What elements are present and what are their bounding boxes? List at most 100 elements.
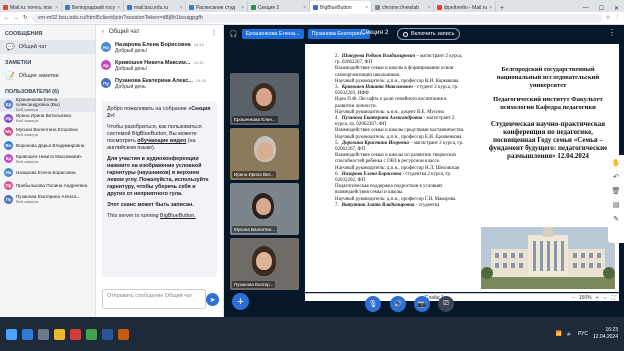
- browser-tab[interactable]: Секция 2 ×: [248, 1, 310, 12]
- close-tab-icon[interactable]: ×: [55, 5, 58, 11]
- close-tab-icon[interactable]: ×: [179, 5, 182, 11]
- fullscreen-icon[interactable]: ⛶: [611, 295, 615, 301]
- user-list-item[interactable]: Ер Ерошенкова Елена Александровна (Вы) Веб…: [0, 97, 95, 112]
- video-tile[interactable]: Пузанова Екатер...: [230, 238, 299, 290]
- webcam-button[interactable]: 📷: [414, 296, 430, 312]
- user-list-item[interactable]: Ир Ирина Ирина Витальевна Веб-камера: [0, 112, 95, 126]
- zoom-out-icon[interactable]: −: [572, 295, 575, 301]
- browser-tab[interactable]: Mail.ru: почта, пои ×: [0, 1, 62, 12]
- chevron-left-icon[interactable]: ‹: [102, 29, 104, 35]
- tab-label: Mail.ru: почта, пои: [10, 4, 52, 11]
- presentation-slide[interactable]: 2. Шакурова Родион Владимирович – магистр…: [305, 44, 619, 292]
- shared-notes-item[interactable]: 📝 Общие заметки: [0, 69, 95, 83]
- chat-message-input[interactable]: Отправить сообщение Общий чат: [102, 289, 206, 309]
- welcome-line-1: Добро пожаловать на собрание: [107, 106, 189, 112]
- video-tile[interactable]: Мусина Валентин...: [230, 183, 299, 235]
- close-tab-icon[interactable]: ×: [117, 5, 120, 11]
- close-window-button[interactable]: ✕: [609, 5, 624, 12]
- tab-favicon-icon: [65, 5, 70, 10]
- multi-user-icon[interactable]: ▤: [613, 201, 620, 209]
- address-bar[interactable]: vm-m02.bsu.edu.ru/html5client/join?sessi…: [31, 13, 602, 23]
- powerpoint-icon[interactable]: [118, 328, 129, 340]
- minimize-button[interactable]: —: [578, 5, 594, 12]
- more-icon[interactable]: ⋮: [211, 29, 217, 36]
- user-list-item[interactable]: На Назарова Елена Борисовна: [0, 166, 95, 180]
- menu-icon[interactable]: ⋮: [615, 15, 621, 21]
- video-tile[interactable]: Ирина Ирина Вит...: [230, 128, 299, 180]
- clock[interactable]: 16:23 12.04.2024: [593, 327, 618, 341]
- audio-button[interactable]: 🔊: [390, 296, 406, 312]
- user-list-item[interactable]: Пр Прибылькова Полина Андреевна: [0, 179, 95, 193]
- speaker-detail: Научный руководитель: д.п.н., профессор …: [335, 165, 460, 171]
- bbb-link[interactable]: BigBlueButton.: [160, 213, 196, 219]
- presenter-tag[interactable]: Ерошенкова Елена...: [241, 29, 304, 39]
- close-tab-icon[interactable]: ×: [489, 5, 492, 11]
- annotation-toolbar: ✋ ↶ 🗑 ▤ ✎: [608, 155, 624, 243]
- notes-heading: ЗАМЕТКИ: [5, 60, 32, 66]
- browser-tab[interactable]: фрейлейн - Mail.ru ×: [434, 1, 496, 12]
- browser-tab[interactable]: Расписание студ ×: [186, 1, 248, 12]
- avatar: Ер: [4, 100, 13, 110]
- speaker-line: 6. Назарова Елена Борисовна - студентка 2…: [335, 172, 465, 184]
- item-number: 2.: [335, 54, 339, 59]
- user-list-item[interactable]: Кр Кривошея Никита Максимович Веб-камера: [0, 152, 95, 166]
- volume-icon[interactable]: 🔈: [567, 331, 573, 337]
- forward-icon[interactable]: →: [14, 15, 20, 21]
- app-icon[interactable]: [70, 328, 81, 340]
- browser-tab-bar: Mail.ru: почта, пои × Белгородский госу × ma…: [0, 0, 624, 12]
- browser-tab[interactable]: BigBlueButton ×: [310, 1, 372, 12]
- browser-tab[interactable]: chrome://newtab ×: [372, 1, 434, 12]
- close-tab-icon[interactable]: ×: [365, 5, 368, 11]
- browser-tab[interactable]: mail.bsu.edu.ru ×: [124, 1, 186, 12]
- video-label: Пузанова Екатер...: [232, 281, 276, 288]
- trash-icon[interactable]: 🗑: [612, 187, 621, 195]
- maximize-button[interactable]: ☐: [594, 5, 609, 12]
- close-tab-icon[interactable]: ×: [241, 5, 244, 11]
- user-list-item[interactable]: Во Воронова Дарья Владимировна: [0, 139, 95, 153]
- browser-tab[interactable]: Белгородский госу ×: [62, 1, 124, 12]
- close-tab-icon[interactable]: ×: [303, 5, 306, 11]
- record-button[interactable]: Включить запись: [397, 28, 461, 40]
- chrome-icon[interactable]: [86, 328, 97, 340]
- close-tab-icon[interactable]: ×: [427, 5, 430, 11]
- windows-start-icon[interactable]: [6, 328, 17, 340]
- microphone-button[interactable]: 🎙: [365, 296, 381, 312]
- tab-label: BigBlueButton: [320, 4, 352, 11]
- send-button[interactable]: ➤: [206, 293, 219, 306]
- user-name: Назарова Елена Борисовна: [16, 169, 76, 175]
- back-icon[interactable]: ←: [4, 15, 10, 21]
- undo-icon[interactable]: ↶: [613, 173, 619, 181]
- avatar: На: [101, 42, 111, 52]
- audio-icon[interactable]: 🎧: [229, 30, 238, 38]
- public-chat-item[interactable]: 💬 Общий чат: [0, 40, 95, 54]
- task-view-icon[interactable]: [38, 328, 49, 340]
- options-icon[interactable]: ⋮: [608, 28, 616, 37]
- speaker-detail: Научный руководитель: д.п.н., профессор …: [335, 134, 462, 140]
- tutorial-videos-link[interactable]: обучающие видео: [137, 138, 186, 144]
- user-list-item[interactable]: Му Мусина Валентина Егоровна Веб-камера: [0, 125, 95, 139]
- fit-width-icon[interactable]: ⇔: [602, 295, 607, 301]
- screen-share-button[interactable]: ⎚: [438, 296, 454, 312]
- avatar: Кр: [101, 60, 111, 70]
- speaker-detail: Взаимодействие семьи и школы средствами …: [335, 128, 465, 134]
- video-tile[interactable]: Ерошенкова Елен...: [230, 73, 299, 125]
- language-indicator[interactable]: РУС: [578, 331, 588, 337]
- clock-date: 12.04.2024: [592, 334, 618, 340]
- session-title: Секция 2: [361, 29, 389, 36]
- conference-title: Студенческая научно-практическая конфере…: [488, 120, 608, 160]
- window-controls: — ☐ ✕: [578, 5, 624, 12]
- word-icon[interactable]: [102, 328, 113, 340]
- new-tab-button[interactable]: +: [496, 5, 508, 12]
- hand-icon[interactable]: ✋: [612, 159, 621, 167]
- speaker-line: Идеи П.Ф. Лесгафта о роли семейного восп…: [335, 97, 465, 109]
- search-icon[interactable]: [22, 328, 33, 340]
- actions-plus-button[interactable]: +: [232, 293, 249, 310]
- participant-face-skin: [256, 198, 271, 215]
- file-explorer-icon[interactable]: [54, 328, 65, 340]
- reload-icon[interactable]: ↻: [23, 15, 28, 21]
- user-list-item[interactable]: Пу Пузанова Екатерина Алекса... Веб-камера: [0, 193, 95, 207]
- pen-icon[interactable]: ✎: [613, 215, 619, 223]
- zoom-in-icon[interactable]: +: [596, 295, 599, 301]
- star-icon[interactable]: ☆: [606, 15, 611, 21]
- wifi-icon[interactable]: 📶: [555, 331, 561, 337]
